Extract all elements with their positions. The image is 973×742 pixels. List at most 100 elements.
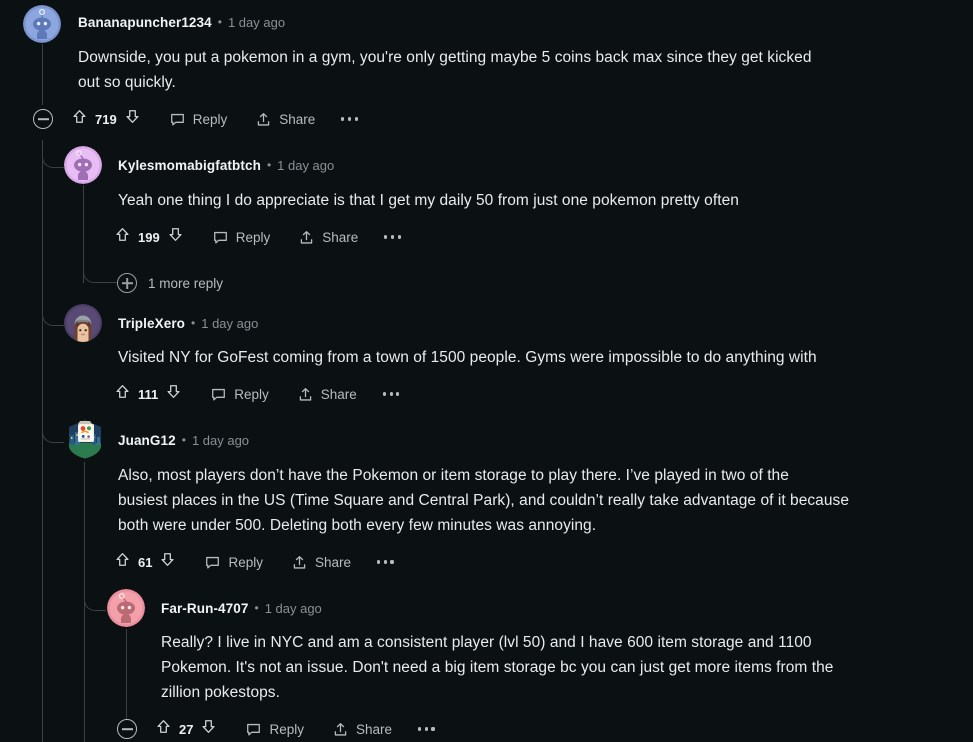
comment-timestamp: 1 day ago [277,157,335,173]
comment-body: Visited NY for GoFest coming from a town… [118,349,817,366]
comment-actions: 111 Reply Share [114,381,400,407]
upvote-icon[interactable] [71,108,88,130]
share-label: Share [314,554,352,570]
thread-line-root [42,44,43,105]
avatar[interactable] [107,589,145,627]
dot-icon [382,392,386,396]
avatar[interactable] [64,146,102,184]
more-options-button[interactable] [418,716,435,742]
downvote-icon[interactable] [124,108,141,130]
plus-icon [117,273,137,293]
reply-button[interactable]: Reply [212,224,271,250]
reply-button[interactable]: Reply [169,106,227,132]
more-options-button[interactable] [377,549,394,575]
avatar[interactable] [23,5,61,43]
comment-actions: 61 Reply Share [114,549,394,575]
reply-button[interactable]: Reply [245,716,304,742]
vote-score: 111 [138,386,159,402]
dot-icon [431,727,435,731]
thread-elbow-c4 [42,425,64,443]
thread-line-c5 [126,629,127,719]
upvote-icon[interactable] [114,551,131,573]
separator-dot: • [254,601,259,615]
more-options-button[interactable] [384,224,401,250]
vote-score: 27 [179,721,194,737]
downvote-icon[interactable] [165,383,182,405]
collapse-comment-button[interactable] [33,109,53,129]
more-options-button[interactable] [341,106,358,132]
vote-score: 199 [138,229,160,245]
share-button[interactable]: Share [255,106,315,132]
vote-group: 199 [114,226,184,248]
reply-button[interactable]: Reply [204,549,263,575]
vote-group: 111 [114,383,182,405]
upvote-icon[interactable] [155,718,172,740]
dot-icon [424,727,428,731]
separator-dot: • [191,316,196,330]
dot-icon [418,727,422,731]
collapse-comment-button[interactable] [117,719,137,739]
share-button[interactable]: Share [332,716,392,742]
comment-body: Downside, you put a pokemon in a gym, yo… [78,49,812,91]
reply-label: Reply [269,721,304,737]
thread-elbow-c2 [42,150,64,168]
comment-bubble-icon [169,111,186,128]
dot-icon [377,560,381,564]
comment: TripleXero • 1 day ago [118,312,258,334]
comment-bubble-icon [245,721,262,738]
dot-icon [390,235,395,239]
reply-button[interactable]: Reply [210,381,269,407]
more-replies-button[interactable]: 1 more reply [117,273,223,293]
dot-icon [397,235,401,239]
dot-icon [354,117,358,121]
downvote-icon[interactable] [159,551,176,573]
share-button[interactable]: Share [297,381,357,407]
vote-score: 61 [138,554,153,570]
comment-bubble-icon [204,554,221,571]
upvote-icon[interactable] [114,226,131,248]
reply-label: Reply [228,554,263,570]
share-button[interactable]: Share [291,549,351,575]
vote-group: 27 [155,718,217,740]
dot-icon [389,392,393,396]
comment-author[interactable]: Kylesmomabigfatbtch [118,158,261,173]
more-options-button[interactable] [382,381,400,407]
comment-author[interactable]: TripleXero [118,316,185,331]
share-label: Share [355,721,393,737]
separator-dot: • [217,15,222,29]
dot-icon [383,560,387,564]
comment-header: Bananapuncher1234 • 1 day ago [78,11,285,33]
comment-header: Far-Run-4707 • 1 day ago [161,597,322,619]
dot-icon [341,117,345,121]
comment-actions: 27 Reply Share [117,716,435,742]
comment: Kylesmomabigfatbtch • 1 day ago [118,154,334,176]
vote-group: 61 [114,551,176,573]
comment-header: TripleXero • 1 day ago [118,312,258,334]
dot-icon [347,117,352,121]
avatar[interactable] [64,304,102,342]
upvote-icon[interactable] [114,383,131,405]
avatar[interactable] [65,419,105,459]
comment: Bananapuncher1234 • 1 day ago [78,11,285,33]
comment-header: JuanG12 • 1 day ago [118,429,249,451]
vote-score: 719 [95,111,117,127]
comment-actions: 199 Reply Share [114,224,401,250]
dot-icon [396,392,400,396]
downvote-icon[interactable] [200,718,217,740]
reply-label: Reply [235,229,271,245]
comment-bubble-icon [212,229,229,246]
share-icon [291,554,308,571]
thread-elbow-more-reply [83,265,117,283]
comment-author[interactable]: Far-Run-4707 [161,601,248,616]
comment-author[interactable]: JuanG12 [118,433,176,448]
downvote-icon[interactable] [167,226,184,248]
share-label: Share [320,386,357,402]
comment-header: Kylesmomabigfatbtch • 1 day ago [118,154,334,176]
comment-author[interactable]: Bananapuncher1234 [78,15,212,30]
comment: Far-Run-4707 • 1 day ago [161,597,322,619]
share-icon [332,721,349,738]
comment-timestamp: 1 day ago [264,600,322,616]
comment-actions: 719 Reply Share [33,106,358,132]
share-button[interactable]: Share [298,224,358,250]
thread-elbow-c5 [84,593,106,611]
